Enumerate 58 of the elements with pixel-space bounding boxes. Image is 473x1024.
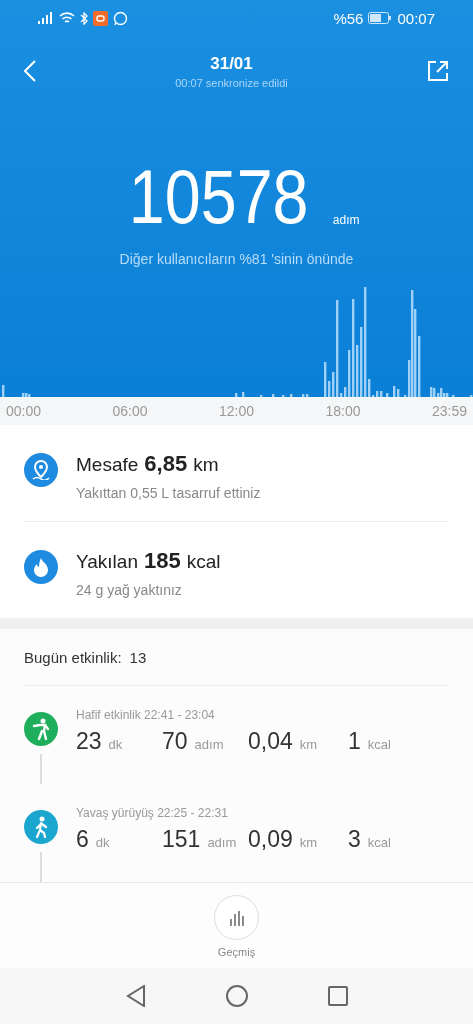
metric-value: 151 <box>162 826 201 854</box>
stat-note: 24 g yağ yaktınız <box>76 581 183 598</box>
flame-icon <box>33 556 49 577</box>
signal-icon <box>38 12 54 24</box>
step-unit: adım <box>332 213 360 227</box>
metric-unit: kcal <box>367 737 391 753</box>
chat-bubble-icon <box>113 10 128 26</box>
history-label: Geçmiş <box>217 946 256 959</box>
stat-value: 6,85 <box>144 450 188 477</box>
metric-unit: adım <box>207 835 237 851</box>
metric-value: 23 <box>76 728 102 756</box>
stat-unit: kcal <box>186 550 221 573</box>
metric-unit: km <box>299 737 318 753</box>
ranking-note: Diğer kullanıcıların %81 'sinin önünde <box>118 251 355 267</box>
metric-value: 70 <box>162 728 188 756</box>
metric-unit: kcal <box>367 835 391 851</box>
metric-unit: km <box>299 835 318 851</box>
back-icon <box>24 60 36 82</box>
wifi-icon <box>59 12 75 24</box>
metric-value: 0,04 <box>248 728 293 756</box>
activity-count-label: Bugün etkinlik: <box>24 648 122 666</box>
time-axis-label: 12:00 <box>218 402 254 419</box>
time-axis-label: 06:00 <box>112 402 148 419</box>
nav-home-icon[interactable] <box>225 985 248 1008</box>
person-walking-icon <box>33 816 49 839</box>
metric-unit: adım <box>194 737 224 753</box>
activity-count: 13 <box>129 648 147 666</box>
time-axis-label: 23:59 <box>431 402 467 419</box>
nav-recents-icon[interactable] <box>327 986 348 1007</box>
nav-back-icon[interactable] <box>125 985 146 1008</box>
stat-unit: km <box>193 453 219 476</box>
stat-note: Yakıttan 0,55 L tasarruf ettiniz <box>76 484 261 501</box>
metric-value: 1 <box>348 728 361 756</box>
step-count: 10578 <box>129 161 309 233</box>
date-title: 31/01 <box>210 53 253 74</box>
metric-value: 6 <box>76 826 89 854</box>
stat-label: Yakılan <box>76 550 138 573</box>
stat-label: Mesafe <box>76 453 139 476</box>
bluetooth-icon <box>80 11 88 25</box>
metric-value: 0,09 <box>248 826 293 854</box>
time-axis-label: 00:00 <box>6 402 42 419</box>
stat-value: 185 <box>143 547 181 574</box>
clock-time: 00:07 <box>397 9 435 27</box>
history-button[interactable] <box>214 895 259 941</box>
metric-value: 3 <box>348 826 361 854</box>
location-pin-icon <box>32 459 50 480</box>
metric-unit: dk <box>95 835 110 851</box>
metric-unit: dk <box>108 737 123 753</box>
battery-icon <box>368 12 393 24</box>
activity-title: Hafif etkinlik 22:41 - 23:04 <box>76 708 216 723</box>
share-icon <box>427 60 449 82</box>
time-axis-label: 18:00 <box>325 402 361 419</box>
sync-status: 00:07 senkronize edildi <box>175 76 288 89</box>
bar-chart-icon <box>228 909 245 926</box>
activity-title: Yavaş yürüyüş 22:25 - 22:31 <box>76 806 229 821</box>
person-stretching-icon <box>31 718 51 741</box>
battery-percent: %56 <box>333 9 364 27</box>
app-notification-icon <box>93 10 108 26</box>
